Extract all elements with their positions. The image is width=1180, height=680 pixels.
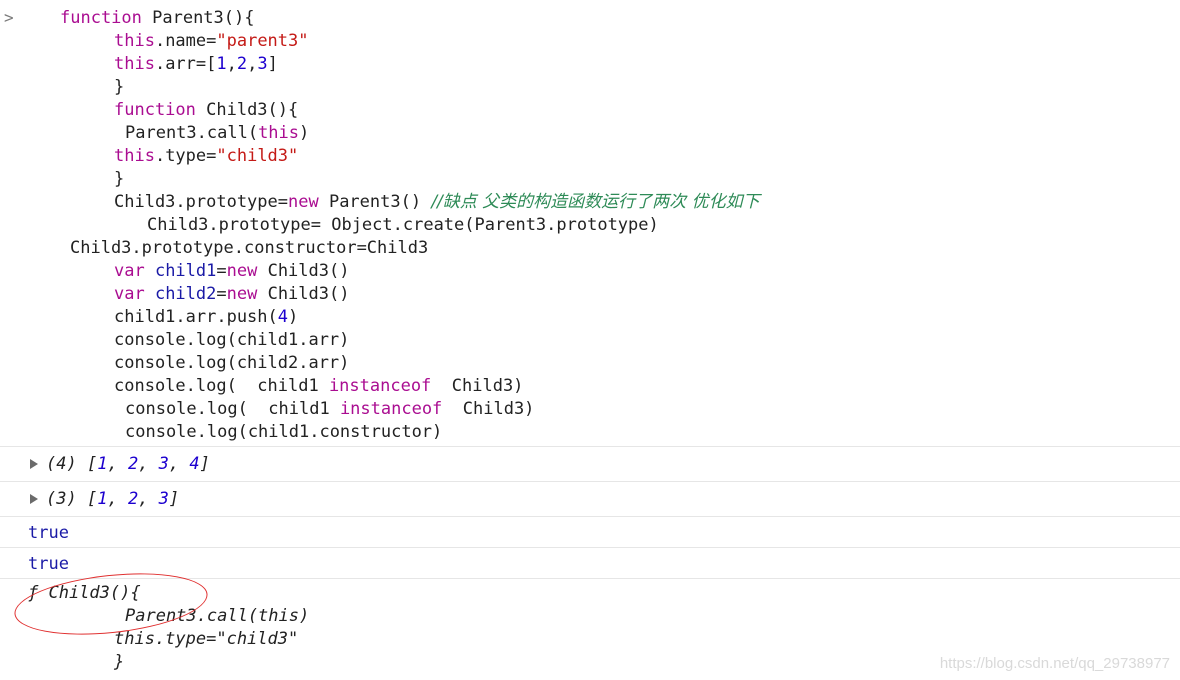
code-text: Child3) bbox=[431, 376, 524, 396]
code-keyword: function bbox=[60, 8, 142, 28]
code-keyword: var bbox=[114, 261, 145, 281]
code-keyword: instanceof bbox=[339, 399, 443, 419]
array-sep: , bbox=[107, 489, 128, 509]
array-value: 2 bbox=[127, 489, 139, 509]
code-line: this.type="child3" bbox=[114, 145, 298, 168]
code-keyword: this bbox=[258, 123, 300, 143]
code-text: Child3() bbox=[257, 261, 350, 281]
code-line: console.log( child1 instanceof Child3) bbox=[114, 375, 523, 398]
array-bracket: ] bbox=[168, 489, 180, 509]
array-value: 4 bbox=[189, 454, 200, 474]
code-keyword: this bbox=[114, 54, 155, 74]
console-output-array: (4) [1, 2, 3, 4] bbox=[0, 447, 1180, 482]
array-length: (4) bbox=[46, 454, 77, 474]
code-number: 1 bbox=[216, 54, 227, 74]
boolean-value: true bbox=[28, 523, 69, 543]
code-text: .arr=[ bbox=[154, 54, 217, 74]
array-value: 3 bbox=[158, 489, 169, 509]
code-text: ] bbox=[267, 54, 278, 74]
array-sep: , bbox=[138, 489, 159, 509]
code-text: Child3(){ bbox=[195, 100, 299, 120]
code-line: console.log( child1 instanceof Child3) bbox=[125, 398, 534, 421]
code-keyword: this bbox=[114, 146, 155, 166]
code-text: = bbox=[216, 284, 227, 304]
array-sep: , bbox=[138, 454, 159, 474]
array-sep: , bbox=[107, 454, 128, 474]
code-string: "parent3" bbox=[216, 31, 309, 51]
code-comment: //缺点 父类的构造函数运行了两次 优化如下 bbox=[431, 192, 760, 212]
code-line: var child1=new Child3() bbox=[114, 260, 349, 283]
code-line: } bbox=[114, 77, 125, 97]
code-text: Child3) bbox=[442, 399, 535, 419]
code-line: Child3.prototype=new Parent3() //缺点 父类的构… bbox=[114, 191, 760, 214]
prompt-chevron-icon: > bbox=[4, 8, 14, 27]
code-variable: child2 bbox=[144, 284, 217, 304]
array-bracket: [ bbox=[76, 489, 98, 509]
code-line: } bbox=[114, 169, 125, 189]
code-line: console.log(child1.arr) bbox=[114, 330, 350, 350]
array-length: (3) bbox=[46, 489, 77, 509]
code-line: Child3.prototype= Object.create(Parent3.… bbox=[147, 215, 659, 235]
code-line: var child2=new Child3() bbox=[114, 283, 349, 306]
array-value: 1 bbox=[97, 454, 108, 474]
code-keyword: var bbox=[114, 284, 145, 304]
code-line: child1.arr.push(4) bbox=[114, 306, 298, 329]
code-line: function Parent3(){ bbox=[60, 7, 254, 30]
code-text: , bbox=[247, 54, 258, 74]
expand-triangle-icon[interactable] bbox=[30, 459, 38, 469]
code-text: .name= bbox=[154, 31, 217, 51]
code-text: Parent3(){ bbox=[141, 8, 255, 28]
code-keyword: new bbox=[226, 284, 258, 304]
code-line: console.log(child2.arr) bbox=[114, 353, 350, 373]
array-bracket: [ bbox=[76, 454, 98, 474]
code-text: console.log( child1 bbox=[125, 399, 340, 419]
code-line: function Child3(){ bbox=[114, 99, 298, 122]
code-number: 2 bbox=[236, 54, 248, 74]
code-number: 3 bbox=[257, 54, 268, 74]
code-text: Parent3.call( bbox=[125, 123, 259, 143]
code-line: console.log(child1.constructor) bbox=[125, 422, 443, 442]
console-output-boolean: true bbox=[0, 517, 1180, 548]
code-text: , bbox=[226, 54, 237, 74]
code-text: console.log( child1 bbox=[114, 376, 329, 396]
code-text: Parent3() bbox=[318, 192, 432, 212]
console-input-entry[interactable]: > function Parent3(){ this.name="parent3… bbox=[0, 0, 1180, 447]
array-sep: , bbox=[168, 454, 190, 474]
array-value: 1 bbox=[97, 489, 108, 509]
code-number: 4 bbox=[277, 307, 289, 327]
code-text: Child3.prototype= bbox=[114, 192, 288, 212]
expand-triangle-icon[interactable] bbox=[30, 494, 38, 504]
code-keyword: this bbox=[114, 31, 155, 51]
code-line: Parent3.call(this) bbox=[125, 122, 309, 145]
console-output-array: (3) [1, 2, 3] bbox=[0, 482, 1180, 517]
code-text: child1.arr.push( bbox=[114, 307, 278, 327]
code-text: ) bbox=[288, 307, 299, 327]
array-value: 2 bbox=[127, 454, 139, 474]
code-text: .type= bbox=[154, 146, 217, 166]
code-keyword: function bbox=[114, 100, 196, 120]
code-text: ) bbox=[299, 123, 310, 143]
code-keyword: new bbox=[226, 261, 258, 281]
code-line: this.arr=[1,2,3] bbox=[114, 53, 278, 76]
code-keyword: instanceof bbox=[328, 376, 432, 396]
code-line: this.name="parent3" bbox=[114, 30, 309, 53]
watermark: https://blog.csdn.net/qq_29738977 bbox=[939, 655, 1170, 672]
code-variable: child1 bbox=[144, 261, 217, 281]
code-string: "child3" bbox=[216, 146, 299, 166]
array-preview[interactable]: (4) [1, 2, 3, 4] bbox=[46, 454, 210, 474]
devtools-console: > function Parent3(){ this.name="parent3… bbox=[0, 0, 1180, 680]
function-body-line: this.type="child3" bbox=[114, 629, 299, 649]
code-line: Child3.prototype.constructor=Child3 bbox=[70, 238, 429, 258]
array-bracket: ] bbox=[199, 454, 210, 474]
code-text: Child3() bbox=[257, 284, 350, 304]
array-value: 3 bbox=[158, 454, 169, 474]
boolean-value: true bbox=[28, 554, 69, 574]
console-output-boolean: true bbox=[0, 548, 1180, 579]
code-keyword: new bbox=[288, 192, 319, 212]
code-text: = bbox=[216, 261, 227, 281]
array-preview[interactable]: (3) [1, 2, 3] bbox=[46, 489, 179, 509]
function-body-line: } bbox=[114, 652, 125, 672]
